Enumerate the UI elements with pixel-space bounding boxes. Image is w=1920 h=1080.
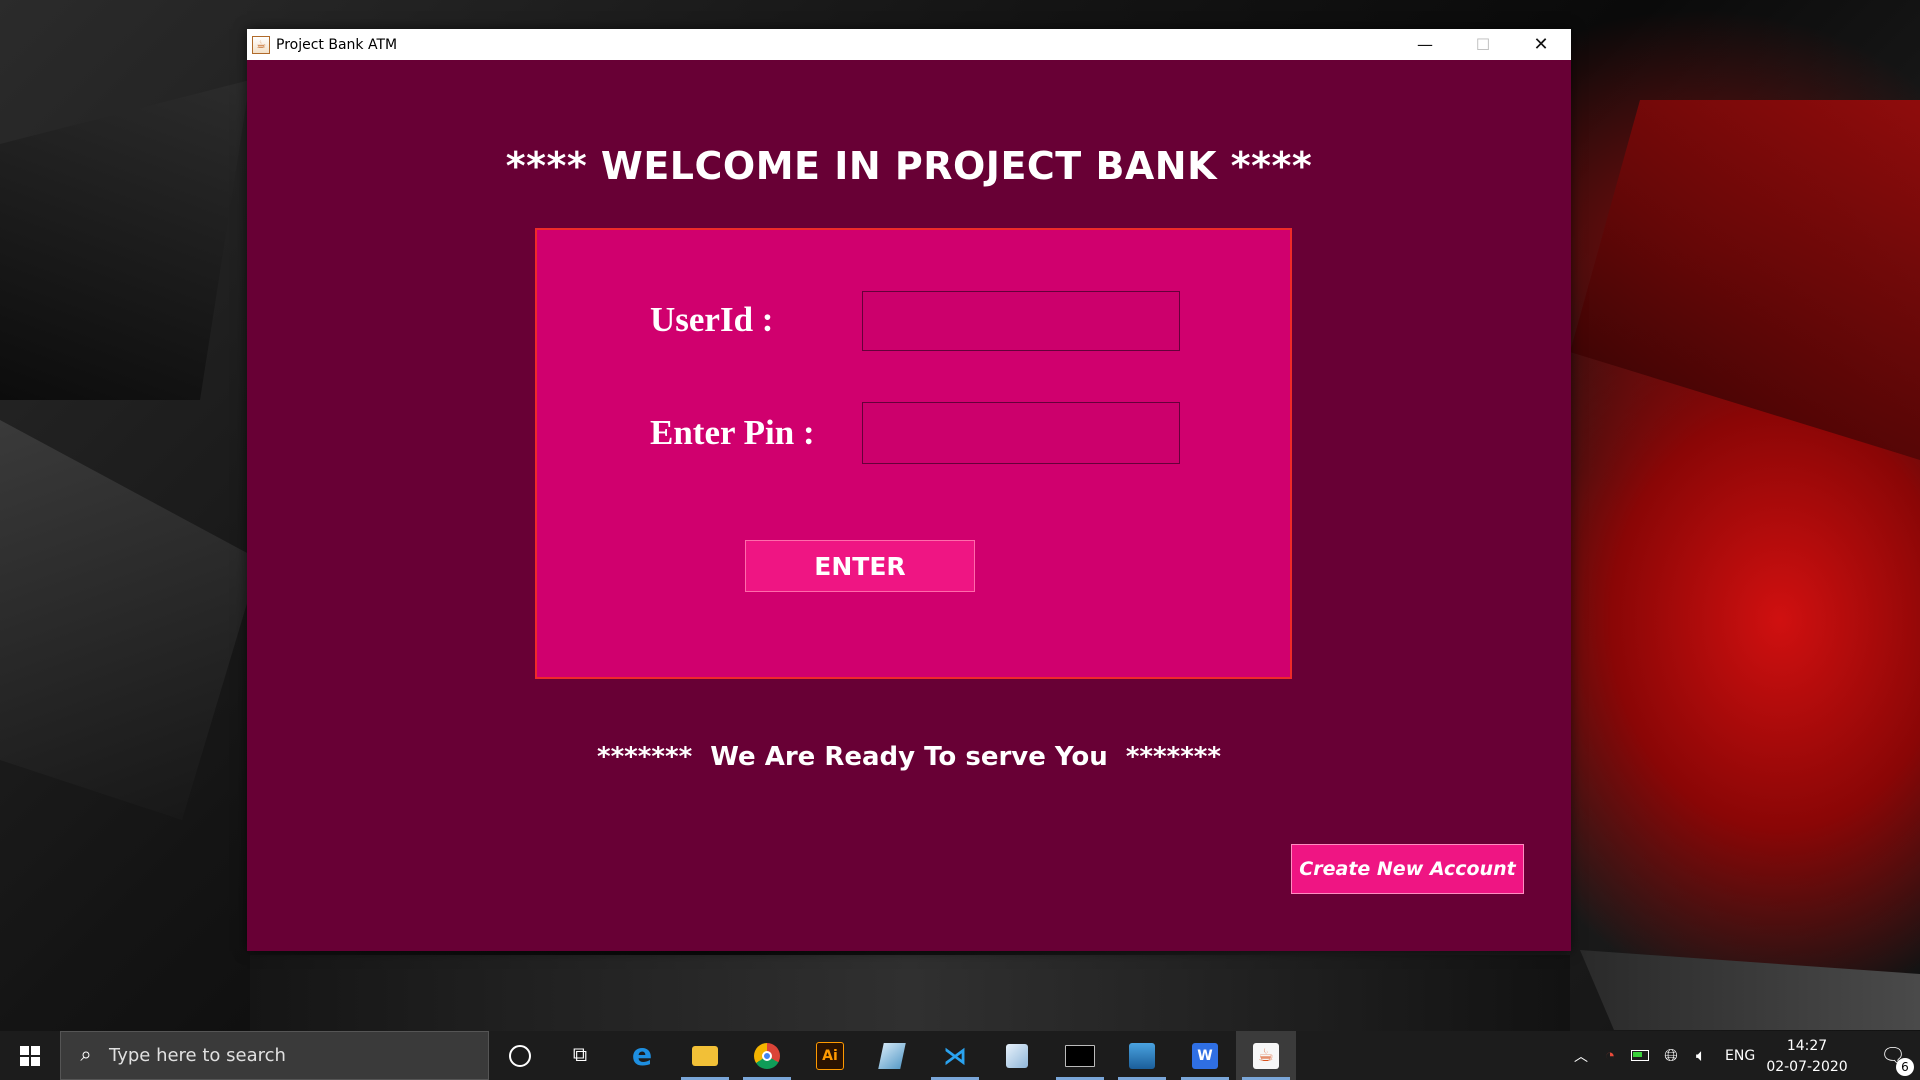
show-hidden-icons-button[interactable]: ︿	[1568, 1031, 1594, 1080]
userid-input[interactable]	[862, 291, 1180, 351]
battery-button[interactable]	[1627, 1031, 1653, 1080]
taskbar-edge[interactable]: e	[612, 1031, 672, 1080]
taskbar-vscode[interactable]: ⋊	[925, 1031, 985, 1080]
network-button[interactable]: 🌐︎	[1658, 1031, 1684, 1080]
maximize-button[interactable]: ☐	[1454, 29, 1512, 60]
battery-icon	[1631, 1050, 1649, 1061]
wallpaper-facet	[1580, 950, 1920, 1030]
language-indicator[interactable]: ENG	[1725, 1031, 1755, 1080]
window-title: Project Bank ATM	[276, 36, 398, 53]
wallpaper-facet	[0, 80, 250, 400]
clock-date: 02-07-2020	[1766, 1059, 1848, 1075]
wallpaper-facet	[1570, 100, 1920, 460]
search-placeholder: Type here to search	[109, 1045, 286, 1066]
cortana-button[interactable]	[490, 1031, 550, 1080]
maximize-icon: ☐	[1475, 35, 1491, 54]
cortana-circle-icon	[509, 1044, 531, 1067]
taskbar-file-explorer[interactable]	[675, 1031, 735, 1080]
photos-icon	[1129, 1042, 1155, 1069]
close-button[interactable]: ✕	[1512, 29, 1570, 60]
taskbar-clock[interactable]: 14:27 02-07-2020	[1762, 1036, 1852, 1078]
close-icon: ✕	[1533, 34, 1549, 55]
vscode-icon: ⋊	[943, 1041, 967, 1070]
illustrator-icon: Ai	[816, 1041, 844, 1070]
pin-input[interactable]	[862, 402, 1180, 464]
minimize-icon: —	[1417, 35, 1433, 54]
taskbar-wps-writer[interactable]: W	[1175, 1031, 1235, 1080]
windows-logo-icon	[20, 1045, 40, 1066]
taskbar-chrome[interactable]	[737, 1031, 797, 1080]
taskbar-terminal[interactable]	[1050, 1031, 1110, 1080]
terminal-icon	[1065, 1044, 1095, 1067]
java-icon: ☕	[1253, 1042, 1279, 1069]
edge-icon: e	[631, 1038, 653, 1073]
java-app-icon: ☕	[252, 35, 270, 54]
start-button[interactable]	[0, 1031, 60, 1080]
task-view-icon: ⧉	[572, 1044, 588, 1066]
taskbar-search[interactable]: ⌕ Type here to search	[60, 1031, 489, 1080]
task-view-button[interactable]: ⧉	[550, 1031, 610, 1080]
taskbar-illustrator[interactable]: Ai	[800, 1031, 860, 1080]
wallpaper-facet	[250, 955, 1570, 1031]
folder-icon	[692, 1045, 718, 1066]
taskbar: ⌕ Type here to search ⧉ e Ai ⋊ W ☕ ︿ ◔ 🌐…	[0, 1031, 1920, 1080]
create-account-button[interactable]: Create New Account	[1291, 844, 1524, 894]
wallpaper-facet	[0, 420, 260, 820]
taskbar-prism-app[interactable]	[862, 1031, 922, 1080]
tray-app-button[interactable]: ◔	[1597, 1031, 1623, 1080]
minimize-button[interactable]: —	[1396, 29, 1454, 60]
prism-icon	[878, 1042, 906, 1069]
tray-app-icon: ◔	[1604, 1045, 1616, 1065]
chevron-up-icon: ︿	[1574, 1047, 1588, 1064]
pin-label: Enter Pin :	[650, 413, 815, 452]
wps-icon: W	[1192, 1042, 1218, 1069]
search-icon: ⌕	[80, 1044, 92, 1066]
userid-label: UserId :	[650, 300, 774, 339]
taskbar-java-app[interactable]: ☕	[1236, 1031, 1296, 1080]
chrome-icon	[754, 1042, 780, 1069]
cube-icon	[1006, 1043, 1028, 1068]
ready-message: ******* We Are Ready To serve You ******…	[596, 742, 1221, 772]
globe-icon: 🌐︎	[1664, 1045, 1678, 1065]
notification-badge: 6	[1896, 1058, 1914, 1076]
atm-window: ☕ Project Bank ATM — ☐ ✕ **** WELCOME IN…	[247, 29, 1571, 951]
welcome-heading: **** WELCOME IN PROJECT BANK ****	[505, 144, 1313, 188]
taskbar-photos[interactable]	[1112, 1031, 1172, 1080]
clock-time: 14:27	[1786, 1038, 1828, 1054]
window-titlebar[interactable]: ☕ Project Bank ATM — ☐ ✕	[247, 29, 1571, 60]
speaker-icon: 🔈︎	[1695, 1045, 1707, 1065]
enter-button[interactable]: ENTER	[745, 540, 975, 592]
volume-button[interactable]: 🔈︎	[1688, 1031, 1714, 1080]
login-panel: UserId : Enter Pin :	[535, 228, 1292, 679]
notification-center-button[interactable]: 🗨︎ 6	[1866, 1031, 1920, 1080]
taskbar-cube-app[interactable]	[987, 1031, 1047, 1080]
